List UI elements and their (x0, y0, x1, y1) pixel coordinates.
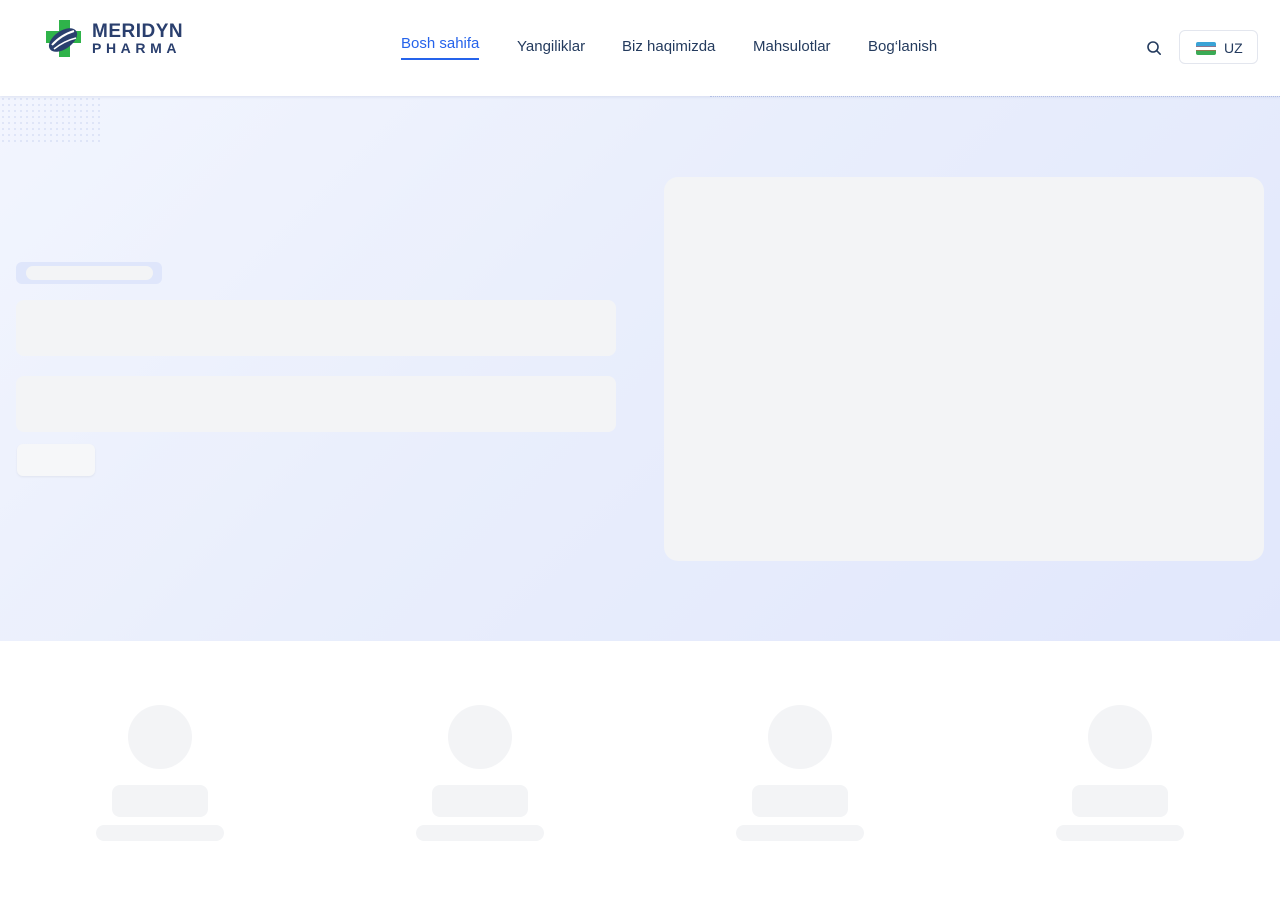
stat-item-skeleton (960, 705, 1280, 845)
stat-item-skeleton (320, 705, 640, 845)
stat-value-skeleton (112, 785, 208, 817)
stat-value-skeleton (432, 785, 528, 817)
hero-section (0, 96, 1280, 641)
nav-item-products[interactable]: Mahsulotlar (753, 38, 831, 61)
stat-icon-skeleton (768, 705, 832, 769)
stat-label-skeleton (96, 825, 224, 841)
hero-badge-text-skeleton (26, 266, 153, 280)
brand-logo[interactable]: MERIDYN PHARMA (46, 19, 184, 59)
hero-image-skeleton (664, 177, 1264, 561)
site-header: MERIDYN PHARMA Bosh sahifa Yangiliklar B… (0, 0, 1280, 96)
language-selector[interactable]: UZ (1179, 30, 1258, 64)
hero-title-line-2-skeleton (16, 376, 616, 432)
logo-cross-icon (46, 20, 81, 57)
hero-title-line-1-skeleton (16, 300, 616, 356)
language-code: UZ (1224, 40, 1243, 56)
stat-label-skeleton (736, 825, 864, 841)
stat-item-skeleton (640, 705, 960, 845)
decorative-line (710, 96, 1280, 98)
search-icon[interactable] (1146, 40, 1162, 56)
stat-label-skeleton (1056, 825, 1184, 841)
nav-item-home[interactable]: Bosh sahifa (401, 35, 480, 60)
decorative-dots (0, 96, 100, 146)
stat-icon-skeleton (128, 705, 192, 769)
nav-item-about[interactable]: Biz haqimizda (622, 38, 715, 61)
stat-icon-skeleton (1088, 705, 1152, 769)
stat-item-skeleton (0, 705, 320, 845)
stat-label-skeleton (416, 825, 544, 841)
brand-tagline: PHARMA (92, 40, 182, 56)
stat-icon-skeleton (448, 705, 512, 769)
hero-button-skeleton[interactable] (17, 444, 95, 476)
hero-badge-skeleton (16, 262, 162, 284)
stat-value-skeleton (1072, 785, 1168, 817)
nav-item-contact[interactable]: Bog‘lanish (868, 38, 937, 61)
stat-value-skeleton (752, 785, 848, 817)
uzbekistan-flag-icon (1196, 42, 1216, 55)
nav-item-news[interactable]: Yangiliklar (517, 38, 585, 61)
brand-name: MERIDYN (92, 21, 184, 42)
